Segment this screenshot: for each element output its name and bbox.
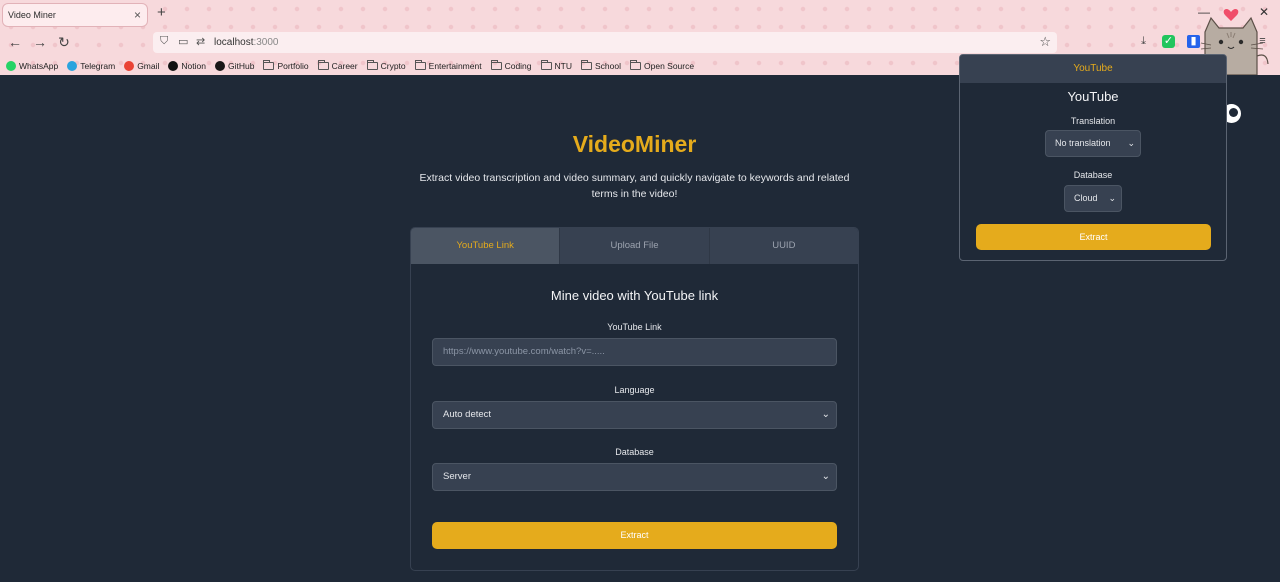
page-icon: ▭ [178,36,189,48]
bookmark-ntu[interactable]: NTU [540,58,572,73]
bookmark-label: Crypto [380,60,406,71]
bookmark-label: NTU [554,60,572,71]
chevron-down-icon: ⌄ [821,409,830,420]
whatsapp-icon [6,60,16,71]
bookmark-label: WhatsApp [19,60,59,71]
bookmark-portfolio[interactable]: Portfolio [263,58,309,73]
bookmark-star-icon[interactable]: ☆ [1039,34,1051,50]
folder-icon [263,59,275,70]
translation-label: Translation [1070,116,1116,126]
chevron-down-icon: ⌄ [821,471,830,482]
database-label: Database [615,447,654,457]
source-tabs: YouTube Link Upload File UUID [411,228,858,264]
bookmark-entertainment[interactable]: Entertainment [414,58,482,73]
folder-icon [581,59,592,70]
chevron-down-icon: ⌄ [1127,138,1135,148]
database-selected-value: Server [443,471,471,482]
bookmark-gmail[interactable]: Gmail [124,58,159,73]
folder-icon [414,59,426,70]
gmail-icon [124,60,135,71]
youtube-link-label: YouTube Link [607,322,662,332]
new-tab-button[interactable]: + [157,4,166,21]
folder-icon [366,59,378,70]
notion-icon [168,60,179,71]
github-icon [214,60,225,71]
browser-tab[interactable]: Video Miner × [2,3,148,27]
popup-database-select[interactable]: Cloud ⌄ [1064,185,1122,212]
bookmark-label: Open Source [644,60,695,71]
bookmark-whatsapp[interactable]: WhatsApp [6,58,58,73]
bookmark-label: Portfolio [277,60,309,71]
bookmark-crypto[interactable]: Crypto [366,58,406,73]
youtube-link-input[interactable]: https://www.youtube.com/watch?v=..... [432,338,837,366]
folder-icon [317,59,329,70]
youtube-link-placeholder: https://www.youtube.com/watch?v=..... [443,346,605,357]
database-select[interactable]: Server ⌄ [432,463,837,491]
popup-database-selected-value: Cloud [1074,193,1098,203]
chevron-down-icon: ⌄ [1108,193,1116,203]
bookmarks-bar: WhatsApp Telegram Gmail Notion GitHub Portfol… [6,58,694,73]
mine-video-card: YouTube Link Upload File UUID Mine video… [410,227,859,571]
forward-button[interactable]: → [31,34,49,50]
permissions-icon[interactable]: ⇄ [196,35,205,48]
page-subtitle: Extract video transcription and video su… [419,172,850,200]
folder-icon [630,59,641,70]
tab-youtube-link[interactable]: YouTube Link [411,228,561,264]
extract-button[interactable]: Extract [432,522,837,549]
extension-popup: YouTube YouTube Translation No translati… [959,54,1227,261]
reload-button[interactable]: ↻ [55,34,73,51]
shield-icon: ⛉ [160,35,169,47]
popup-header: YouTube [960,55,1226,83]
bookmark-notion[interactable]: Notion [168,58,206,73]
language-selected-value: Auto detect [443,409,492,420]
bookmark-label: Career [331,60,358,71]
bookmark-open-source[interactable]: Open Source [630,58,694,73]
popup-title: YouTube [1067,89,1119,104]
bookmark-coding[interactable]: Coding [490,58,532,73]
folder-icon [540,59,552,70]
popup-extract-button[interactable]: Extract [976,224,1211,250]
translation-select[interactable]: No translation ⌄ [1045,130,1141,157]
bookmark-label: School [595,60,621,71]
adblock-shield-icon[interactable]: ✓ [1162,35,1175,48]
download-icon[interactable]: ⤓ [1137,35,1150,48]
translation-selected-value: No translation [1055,138,1111,148]
bookmark-label: Notion [181,60,206,71]
tab-close-icon[interactable]: × [134,8,141,22]
tab-uuid[interactable]: UUID [710,228,858,264]
bookmark-telegram[interactable]: Telegram [67,58,115,73]
bookmark-label: Telegram [80,60,116,71]
bookmark-label: GitHub [227,60,255,71]
telegram-icon [67,60,78,71]
back-button[interactable]: ← [6,34,24,50]
address-bar[interactable]: ⛉ ▭ ⇄ localhost:3000 ☆ [153,32,1057,53]
popup-database-label: Database [1073,170,1113,180]
url-text[interactable]: localhost:3000 [214,37,279,48]
language-label: Language [614,385,655,395]
bookmark-school[interactable]: School [581,58,621,73]
bookmark-label: Entertainment [428,60,482,71]
bookmark-github[interactable]: GitHub [214,58,255,73]
tab-title: Video Miner [8,10,56,20]
language-select[interactable]: Auto detect ⌄ [432,401,837,429]
folder-icon [490,59,502,70]
card-title: Mine video with YouTube link [550,288,719,303]
tab-upload-file[interactable]: Upload File [560,228,710,264]
bookmark-career[interactable]: Career [317,58,358,73]
bookmark-label: Gmail [137,60,160,71]
bookmark-label: Coding [504,60,532,71]
